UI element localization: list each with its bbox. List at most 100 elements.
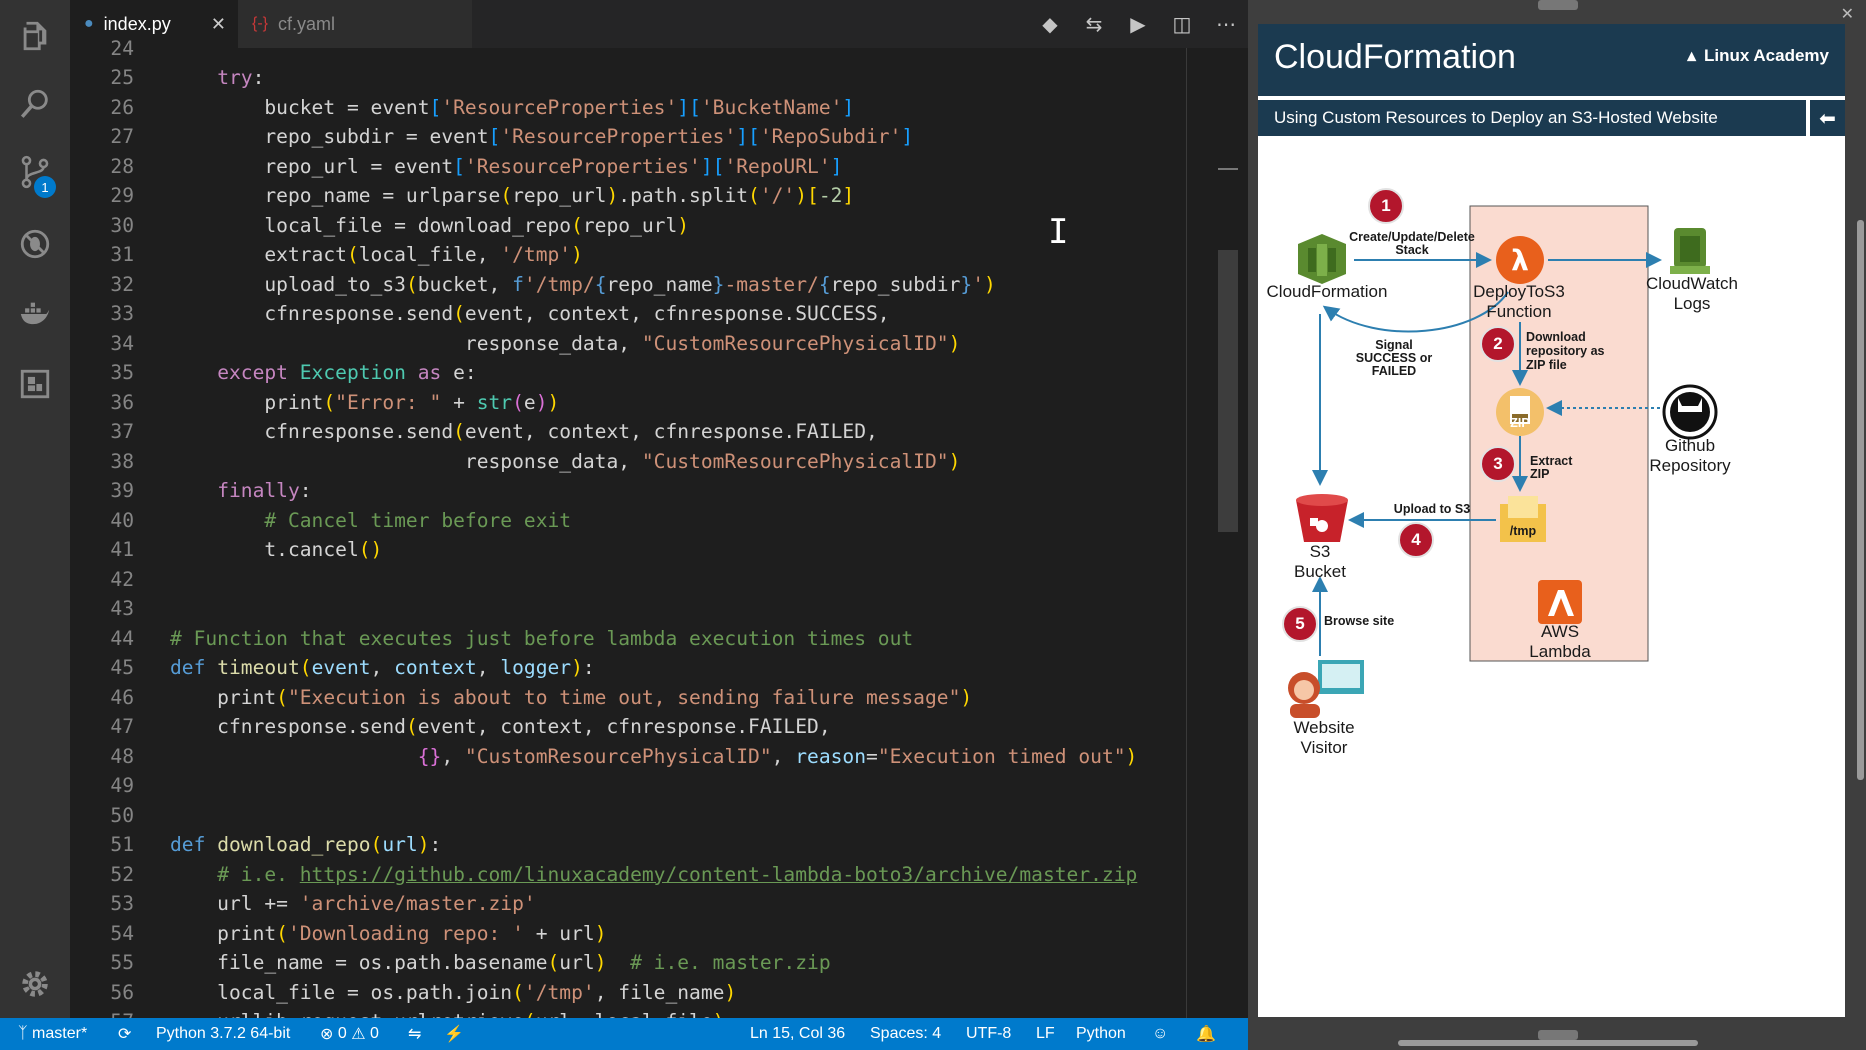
line-number: 43	[110, 597, 134, 620]
problems-indicator[interactable]: ⊗ 0 ⚠ 0	[320, 1018, 379, 1050]
gear-icon[interactable]	[15, 964, 55, 1004]
lambda-label-1: AWS	[1540, 622, 1580, 641]
step-badge-3: 3	[1480, 446, 1516, 482]
code-line: 56 local_file = os.path.join('/tmp', fil…	[70, 978, 1170, 1008]
code-line: 30 local_file = download_repo(repo_url)	[70, 211, 1170, 241]
minimap-marker	[1218, 168, 1238, 170]
yaml-icon: {-}	[252, 15, 269, 32]
code-line: 42	[70, 565, 1170, 595]
bell-icon[interactable]: 🔔	[1196, 1018, 1216, 1050]
warning-count: 0	[370, 1025, 379, 1042]
line-number: 45	[110, 656, 134, 679]
line-number: 24	[110, 37, 134, 60]
code-line: 33 cfnresponse.send(event, context, cfnr…	[70, 299, 1170, 329]
branch-label: master*	[32, 1025, 88, 1042]
language-mode[interactable]: Python	[1076, 1018, 1126, 1050]
s3-label-2: Bucket	[1294, 562, 1346, 581]
tab-label: index.py	[103, 13, 171, 34]
more-actions-icon[interactable]: ⋯	[1204, 10, 1248, 38]
step5-label: Browse site	[1324, 614, 1395, 628]
explorer-icon[interactable]	[15, 16, 55, 56]
code-line: 31 extract(local_file, '/tmp')	[70, 240, 1170, 270]
code-line: 29 repo_name = urlparse(repo_url).path.s…	[70, 181, 1170, 211]
drag-handle[interactable]	[1538, 1030, 1578, 1040]
panel-scrollbar[interactable]	[1857, 220, 1864, 780]
code-line: 40 # Cancel timer before exit	[70, 506, 1170, 536]
line-number: 30	[110, 213, 134, 237]
tmp-label: /tmp	[1509, 524, 1537, 538]
python-interpreter[interactable]: Python 3.7.2 64-bit	[156, 1018, 290, 1050]
horizontal-scrollbar[interactable]	[1398, 1040, 1698, 1046]
git-pr-icon[interactable]: ⇋	[408, 1018, 421, 1050]
cloudwatch-label-2: Logs	[1673, 294, 1711, 313]
lambda-label-2: Lambda	[1529, 642, 1591, 661]
code-line: 37 cfnresponse.send(event, context, cfnr…	[70, 417, 1170, 447]
line-number: 56	[110, 980, 134, 1004]
deploy-function-label-2: Function	[1486, 302, 1552, 321]
line-number: 51	[110, 833, 134, 856]
line-number: 44	[110, 626, 134, 650]
website-visitor-icon	[1288, 660, 1364, 718]
code-line: 41 t.cancel()	[70, 535, 1170, 565]
s3-bucket-icon	[1296, 494, 1348, 542]
line-number: 42	[110, 567, 134, 591]
feedback-icon[interactable]: ☺	[1152, 1018, 1168, 1050]
code-area[interactable]: 24 25 try: 26 bucket = event['ResourcePr…	[70, 37, 1248, 1018]
activity-bar: 1	[0, 0, 70, 1018]
scrollbar-slider[interactable]	[1218, 250, 1238, 532]
slide-header: CloudFormation ▴ Linux Academy	[1258, 24, 1845, 96]
svg-text:λ: λ	[1511, 244, 1529, 277]
code-line: 57 urllib.request.urlretrieve(url, local…	[70, 1007, 1170, 1018]
extensions-icon[interactable]	[15, 364, 55, 404]
line-number: 32	[110, 272, 134, 296]
signal-label-1: Signal	[1375, 338, 1413, 352]
lightning-icon[interactable]: ⚡	[444, 1018, 464, 1050]
line-number: 55	[110, 951, 134, 974]
signal-label-3: FAILED	[1371, 364, 1417, 378]
code-line: 43	[70, 594, 1170, 624]
cloudwatch-icon	[1670, 228, 1710, 274]
code-line: 38 response_data, "CustomResourcePhysica…	[70, 447, 1170, 477]
code-line: 51 def download_repo(url):	[70, 830, 1170, 860]
encoding[interactable]: UTF-8	[966, 1018, 1011, 1050]
close-icon[interactable]: ✕	[1841, 4, 1854, 23]
text-cursor-icon: I	[1048, 212, 1069, 252]
docker-icon[interactable]	[15, 294, 55, 334]
sync-icon[interactable]: ⟳	[118, 1018, 131, 1050]
close-icon[interactable]: ✕	[211, 14, 226, 35]
branch-indicator[interactable]: ᛉ master*	[18, 1018, 87, 1050]
code-line: 52 # i.e. https://github.com/linuxacadem…	[70, 860, 1170, 890]
slide-subtitle: Using Custom Resources to Deploy an S3-H…	[1258, 100, 1806, 136]
code-line: 25 try:	[70, 63, 1170, 93]
line-number: 31	[110, 243, 134, 266]
debug-icon[interactable]	[15, 224, 55, 264]
scm-badge: 1	[34, 176, 56, 198]
error-icon: ⊗	[320, 1026, 338, 1043]
code-line: 26 bucket = event['ResourceProperties'][…	[70, 93, 1170, 123]
cursor-position[interactable]: Ln 15, Col 36	[750, 1018, 845, 1050]
step2-label-2: repository as	[1526, 344, 1605, 358]
code-line: 24	[70, 34, 1170, 64]
line-number: 35	[110, 361, 134, 384]
python-icon: ●	[84, 15, 94, 32]
line-number: 34	[110, 331, 134, 355]
line-ending[interactable]: LF	[1036, 1018, 1055, 1050]
deploy-function-label-1: DeployToS3	[1473, 282, 1565, 301]
step2-label-3: ZIP file	[1526, 358, 1567, 372]
error-count: 0	[337, 1025, 347, 1042]
visitor-label-2: Visitor	[1300, 738, 1348, 757]
slide: CloudFormation ▴ Linux Academy Using Cus…	[1258, 24, 1845, 1017]
drag-handle[interactable]	[1538, 0, 1578, 10]
search-icon[interactable]	[15, 84, 55, 124]
step-badge-1: 1	[1368, 188, 1404, 224]
step4-label: Upload to S3	[1393, 502, 1471, 516]
indentation[interactable]: Spaces: 4	[870, 1018, 941, 1050]
visitor-label-1: Website	[1293, 718, 1355, 737]
editor: ● index.py ✕ {-} cf.yaml ◆ ⇆ ▶ ◫ ⋯ 24 25…	[70, 0, 1248, 1018]
graduation-cap-icon: ▴	[1687, 46, 1696, 65]
step3-label-1: Extract	[1530, 454, 1573, 468]
architecture-diagram: λ CloudFormation DeployToS3 Function Clo…	[1258, 136, 1845, 836]
back-arrow-icon[interactable]: ⬅	[1810, 100, 1845, 136]
line-number: 52	[110, 862, 134, 886]
github-label-1: Github	[1664, 436, 1716, 455]
